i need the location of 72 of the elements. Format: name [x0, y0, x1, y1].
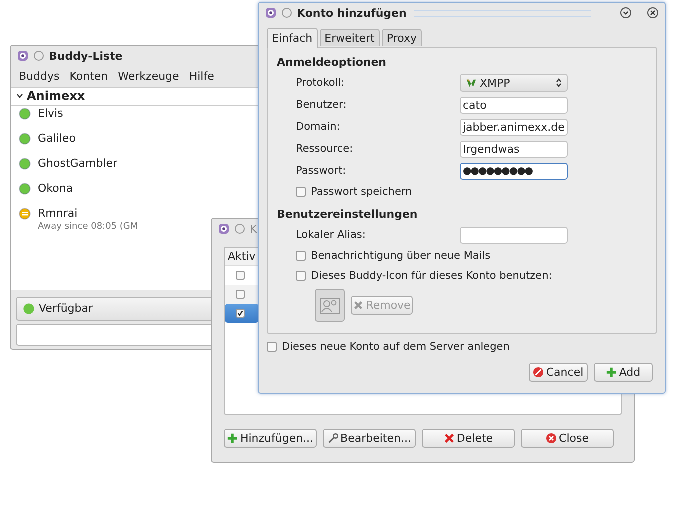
- checkbox-label[interactable]: Dieses Buddy-Icon für dieses Konto benutzen:: [311, 270, 552, 282]
- checkbox[interactable]: [296, 251, 306, 261]
- tab[interactable]: Erweitert: [320, 29, 380, 46]
- pidgin-icon: [17, 50, 29, 62]
- status-dot-icon: [23, 302, 35, 315]
- active-checkbox[interactable]: [236, 271, 245, 280]
- input-field[interactable]: Irgendwas: [460, 140, 568, 158]
- dialog-button[interactable]: Close: [521, 429, 614, 448]
- close-icon: [546, 433, 558, 444]
- input-field[interactable]: jabber.animexx.de: [460, 118, 568, 136]
- buddy-name[interactable]: Elvis: [38, 106, 64, 122]
- section-heading: Benutzereinstellungen: [277, 208, 419, 223]
- protocol-logo-icon: [466, 78, 477, 88]
- password-field[interactable]: ●●●●●●●●●: [460, 162, 568, 180]
- buddy-status-text: Away since 08:05 (GM: [38, 222, 138, 232]
- buddy-name[interactable]: Okona: [38, 180, 74, 197]
- plus-icon: [227, 433, 238, 444]
- active-checkbox[interactable]: [236, 290, 245, 299]
- field-label: Lokaler Alias:: [296, 229, 367, 241]
- window-menu-button[interactable]: [235, 224, 245, 234]
- window-menu-button[interactable]: [34, 51, 44, 61]
- plus-icon: [606, 367, 618, 378]
- menu-item[interactable]: Hilfe: [189, 70, 214, 83]
- menu-item[interactable]: Buddys: [19, 70, 60, 83]
- image-placeholder-icon: [320, 298, 340, 314]
- dialog-button[interactable]: Cancel: [529, 363, 588, 382]
- protocol-dropdown[interactable]: XMPP: [460, 74, 568, 92]
- wrench-icon: [328, 433, 339, 444]
- section-heading: Anmeldeoptionen: [277, 56, 388, 71]
- buddy-name[interactable]: Galileo: [38, 130, 76, 147]
- field-label: Protokoll:: [296, 77, 346, 89]
- menu-item[interactable]: Konten: [70, 70, 108, 83]
- account-row[interactable]: [225, 285, 259, 304]
- group-name[interactable]: Animexx: [27, 89, 86, 104]
- field-label: Domain:: [296, 121, 342, 133]
- dialog-button[interactable]: Add: [594, 363, 653, 382]
- input-field[interactable]: cato: [460, 96, 568, 114]
- window-title: K: [250, 222, 258, 236]
- field-label: Benutzer:: [296, 99, 348, 111]
- checkbox-label[interactable]: Dieses neue Konto auf dem Server anlegen: [282, 341, 510, 353]
- account-row[interactable]: [225, 304, 259, 323]
- buddy-name[interactable]: GhostGambler: [38, 156, 118, 172]
- active-checkbox[interactable]: [236, 309, 245, 318]
- window-title: Konto hinzufügen: [297, 6, 407, 20]
- tab[interactable]: Einfach: [267, 28, 318, 48]
- checkbox[interactable]: [296, 271, 306, 281]
- tab[interactable]: Proxy: [382, 29, 422, 46]
- menu-item[interactable]: Werkzeuge: [118, 70, 180, 83]
- dialog-button[interactable]: Hinzufügen...: [224, 429, 317, 448]
- cancel-icon: [533, 367, 544, 378]
- window-menu-button[interactable]: [282, 8, 292, 18]
- column-header[interactable]: Aktiv: [228, 250, 256, 263]
- minimize-icon[interactable]: [620, 7, 632, 19]
- pidgin-icon: [265, 7, 277, 19]
- dialog-button[interactable]: Bearbeiten...: [323, 429, 416, 448]
- window-title: Buddy-Liste: [49, 50, 123, 62]
- checkbox[interactable]: [267, 342, 277, 352]
- spinner-arrows-icon: [556, 78, 562, 88]
- expander-icon[interactable]: [17, 94, 23, 98]
- checkbox-label[interactable]: Passwort speichern: [311, 186, 412, 198]
- close-icon[interactable]: [647, 7, 659, 19]
- cross-icon: [444, 433, 455, 444]
- field-label: Ressource:: [296, 143, 354, 155]
- field-label: Passwort:: [296, 165, 348, 177]
- buddy-name[interactable]: Rmnrai: [38, 206, 138, 222]
- checkbox[interactable]: [296, 187, 306, 197]
- buddy-icon-button[interactable]: [315, 289, 345, 322]
- pidgin-icon: [218, 223, 230, 235]
- checkbox-label[interactable]: Benachrichtigung über neue Mails: [311, 250, 491, 262]
- cross-icon: [353, 300, 364, 311]
- dialog-button[interactable]: Delete: [422, 429, 515, 448]
- alias-field[interactable]: [460, 226, 568, 244]
